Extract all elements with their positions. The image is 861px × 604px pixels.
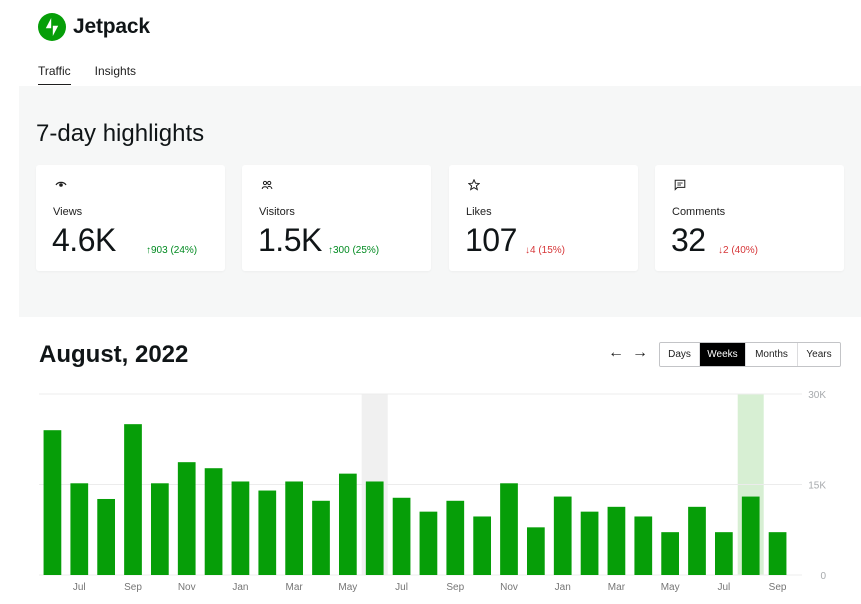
period-weeks-button[interactable]: Weeks [700, 343, 746, 366]
next-period-button[interactable]: → [632, 345, 648, 361]
comment-icon [674, 179, 686, 191]
card-change: ↓2 (40%) [718, 245, 759, 256]
chart-bar[interactable] [312, 500, 330, 575]
period-title: August, 2022 [39, 341, 189, 368]
chart-bar[interactable] [70, 483, 89, 575]
likes-card[interactable]: Likes 107 ↓4 (15%) [449, 165, 638, 271]
highlights-section: 7-day highlights Views 4.6K ↑903 (24%) V… [19, 86, 861, 317]
card-label: Visitors [259, 206, 295, 218]
x-tick-label: Mar [286, 582, 304, 593]
chart-bar[interactable] [285, 481, 304, 575]
chart-bar[interactable] [526, 527, 545, 575]
card-value: 4.6K [52, 222, 116, 258]
card-change: ↑300 (25%) [328, 245, 380, 256]
x-tick-label: Nov [500, 582, 518, 593]
star-icon [468, 179, 480, 191]
x-tick-label: Sep [124, 582, 142, 593]
prev-period-button[interactable]: ← [608, 345, 624, 361]
highlights-title: 7-day highlights [36, 120, 205, 147]
chart-bar[interactable] [124, 424, 142, 575]
period-years-button[interactable]: Years [798, 343, 840, 366]
tab-bar: Traffic Insights [38, 64, 136, 85]
x-tick-label: Jul [395, 582, 408, 593]
card-change: ↓4 (15%) [525, 245, 566, 256]
card-value: 32 [671, 222, 706, 258]
card-label: Comments [672, 206, 726, 218]
chart-bar[interactable] [634, 516, 653, 575]
period-days-button[interactable]: Days [660, 343, 700, 366]
chart-bar[interactable] [473, 516, 492, 575]
x-tick-label: Mar [608, 582, 626, 593]
tab-traffic[interactable]: Traffic [38, 64, 71, 85]
visitors-card[interactable]: Visitors 1.5K ↑300 (25%) [242, 165, 431, 271]
chart-bar[interactable] [231, 481, 250, 575]
eye-icon [55, 181, 67, 187]
chart-bar[interactable] [150, 483, 169, 575]
chart-bar[interactable] [553, 496, 572, 575]
chart-bar[interactable] [714, 532, 733, 575]
chart-bar[interactable] [258, 490, 277, 575]
chart-bar[interactable] [365, 481, 384, 575]
card-label: Likes [466, 206, 492, 218]
chart-bar[interactable] [607, 506, 626, 575]
x-tick-label: May [338, 582, 357, 593]
chart-bar[interactable] [338, 473, 357, 575]
chart-bar[interactable] [688, 506, 706, 575]
jetpack-logo-icon [38, 13, 66, 41]
chart-bar[interactable] [419, 511, 438, 575]
x-tick-label: Jul [73, 582, 86, 593]
x-tick-label: Jan [555, 582, 571, 593]
chart-bar[interactable] [500, 483, 518, 575]
people-icon [261, 180, 273, 190]
x-tick-label: Jul [717, 582, 730, 593]
header: Jetpack Traffic Insights [0, 0, 861, 86]
chart-bar[interactable] [768, 532, 787, 575]
tab-insights[interactable]: Insights [95, 64, 136, 85]
card-change: ↑903 (24%) [146, 245, 198, 256]
card-label: Views [53, 206, 83, 218]
period-months-button[interactable]: Months [746, 343, 798, 366]
chart-bar[interactable] [97, 498, 116, 575]
jetpack-logo[interactable]: Jetpack [38, 13, 150, 41]
chart-bar[interactable] [204, 468, 223, 575]
chart-bar[interactable] [43, 430, 62, 575]
period-selector: Days Weeks Months Years [659, 342, 841, 367]
x-tick-label: Sep [446, 582, 464, 593]
y-tick-label: 30K [808, 390, 826, 401]
chart-bar[interactable] [661, 532, 680, 575]
chart-bar[interactable] [580, 511, 599, 575]
card-value: 1.5K [258, 222, 322, 258]
chart-bar[interactable] [177, 462, 196, 575]
views-card[interactable]: Views 4.6K ↑903 (24%) [36, 165, 225, 271]
chart-bar[interactable] [741, 496, 760, 575]
card-value: 107 [465, 222, 517, 258]
chart-bar[interactable] [446, 500, 465, 575]
y-tick-label: 15K [808, 481, 826, 492]
x-tick-label: Nov [178, 582, 196, 593]
chart-bar[interactable] [392, 497, 411, 575]
traffic-bar-chart: 0 15K 30K Jul Sep Nov Jan Mar May Jul Sep Nov Jan Mar… [39, 390, 826, 593]
y-tick-label: 0 [820, 571, 826, 582]
x-tick-label: May [661, 582, 680, 593]
comments-card[interactable]: Comments 32 ↓2 (40%) [655, 165, 844, 271]
x-tick-label: Jan [232, 582, 248, 593]
x-tick-label: Sep [769, 582, 787, 593]
app-name: Jetpack [73, 15, 150, 38]
